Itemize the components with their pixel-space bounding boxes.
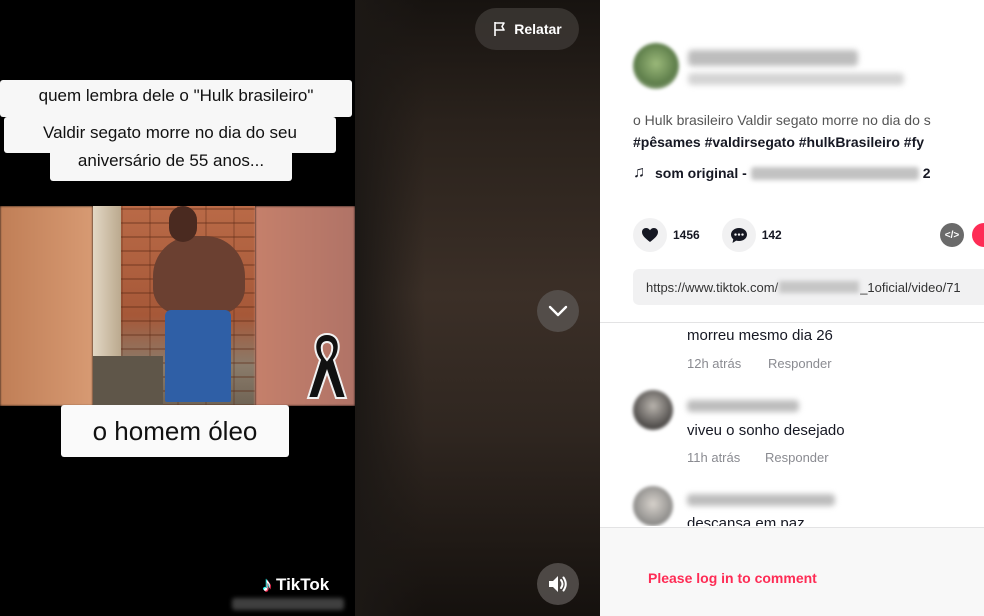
comment-time: 11h atrás: [687, 450, 741, 465]
commenter-avatar[interactable]: [633, 390, 673, 430]
photo-rubble: [93, 356, 163, 406]
code-icon: </>: [944, 229, 960, 241]
login-to-comment-link[interactable]: Please log in to comment: [648, 570, 817, 586]
comment-time: 12h atrás: [687, 356, 742, 371]
tiktok-video-page: quem lembra dele o "Hulk brasileiro" Val…: [0, 0, 984, 616]
video-player[interactable]: quem lembra dele o "Hulk brasileiro" Val…: [0, 0, 355, 616]
photo-blur-left: [0, 206, 93, 406]
chevron-down-icon: [548, 305, 568, 317]
reply-button[interactable]: Responder: [765, 450, 829, 465]
speaker-icon: [549, 576, 567, 592]
details-panel: o Hulk brasileiro Valdir segato morre no…: [600, 0, 984, 616]
report-button[interactable]: Relatar: [475, 8, 579, 50]
report-button-label: Relatar: [514, 21, 562, 37]
heart-icon: [642, 228, 658, 242]
comment-button[interactable]: [721, 218, 756, 252]
post-actions: 1456 142: [633, 218, 782, 252]
commenter-name-redacted[interactable]: [687, 494, 835, 506]
tiktok-watermark: ♪ TikTok: [262, 574, 329, 596]
comment-bubble-icon: [730, 227, 747, 243]
video-url-field[interactable]: https://www.tiktok.com/ _1oficial/video/…: [633, 269, 984, 305]
comment-list[interactable]: morreu mesmo dia 26 12h atrás Responder …: [600, 323, 984, 526]
tiktok-watermark-text: TikTok: [276, 575, 330, 594]
post-description: o Hulk brasileiro Valdir segato morre no…: [633, 112, 931, 128]
url-suffix: _1oficial/video/71: [860, 279, 961, 295]
photo-man-torso: [153, 236, 245, 314]
embed-code-button[interactable]: </>: [940, 223, 964, 247]
music-link[interactable]: ♫ som original - 2: [633, 164, 931, 182]
photo-man-head: [169, 206, 197, 242]
mourning-ribbon-icon: [306, 332, 348, 399]
music-note-icon: ♫: [633, 164, 645, 181]
caption-bottom: o homem óleo: [61, 405, 289, 457]
photo-man-pants: [165, 310, 231, 402]
music-prefix: som original -: [655, 165, 747, 181]
comment-text: morreu mesmo dia 26: [687, 327, 833, 344]
comment-text: viveu o sonho desejado: [687, 422, 845, 439]
music-suffix: 2: [922, 165, 931, 181]
tiktok-logo-icon: ♪: [262, 573, 272, 596]
url-prefix: https://www.tiktok.com/: [646, 279, 779, 295]
commenter-avatar[interactable]: [633, 486, 673, 526]
comment-text: descansa em paz: [687, 515, 805, 526]
comment-count: 142: [761, 228, 782, 242]
music-owner-redacted: [750, 166, 919, 180]
like-count: 1456: [673, 228, 700, 242]
commenter-name-redacted[interactable]: [687, 400, 799, 412]
username-watermark-redacted: [232, 598, 344, 610]
video-frame-photo: [0, 206, 355, 406]
flag-icon: [494, 22, 506, 36]
photo-main: [93, 206, 255, 406]
reply-button[interactable]: Responder: [768, 356, 832, 371]
post-hashtags[interactable]: #pêsames #valdirsegato #hulkBrasileiro #…: [633, 132, 924, 152]
caption-line-3: aniversário de 55 anos...: [50, 145, 292, 181]
author-handle-redacted: [688, 73, 904, 85]
next-video-button[interactable]: [537, 290, 579, 332]
volume-button[interactable]: [537, 563, 579, 605]
login-bar: Please log in to comment: [600, 528, 984, 616]
author-name-redacted[interactable]: [688, 50, 858, 66]
like-button[interactable]: [633, 218, 667, 252]
share-button[interactable]: [972, 223, 984, 247]
author-avatar[interactable]: [633, 43, 679, 89]
url-user-redacted: [779, 281, 860, 293]
caption-line-1: quem lembra dele o "Hulk brasileiro": [0, 80, 352, 117]
